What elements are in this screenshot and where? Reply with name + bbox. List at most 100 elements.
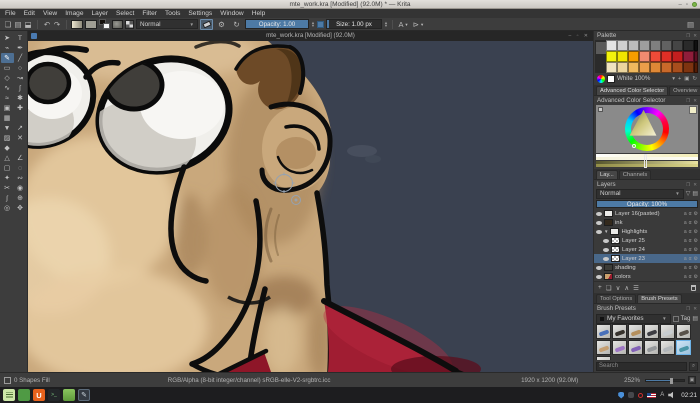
gradient-swatch[interactable]	[71, 19, 83, 29]
color-selector-body[interactable]	[596, 104, 698, 153]
duplicate-layer-button[interactable]: ❏	[606, 284, 612, 292]
polygonal-select-tool[interactable]: ✦	[1, 173, 14, 183]
volume-icon[interactable]	[668, 391, 673, 399]
palette-swatch-r1c2[interactable]	[628, 51, 639, 62]
magnetic-select-tool[interactable]: ⊕	[14, 193, 27, 203]
fg-bg-color-swatch[interactable]	[99, 19, 110, 29]
layer-visibility-icon[interactable]	[603, 238, 609, 243]
mirror-vertical-button[interactable]: ⊳ ▼	[412, 19, 425, 30]
crop-tool[interactable]: ▦	[1, 113, 14, 123]
preset-marker-violet[interactable]	[628, 340, 643, 356]
reference-images-tool[interactable]: ✕	[14, 133, 27, 143]
palette-swatch-r1c8[interactable]	[694, 51, 698, 62]
palette-swatch-r2c6[interactable]	[672, 62, 683, 73]
transform-tool[interactable]: ▣	[1, 103, 14, 113]
palette-swatch-r1c1[interactable]	[617, 51, 628, 62]
rectangle-tool[interactable]: ▭	[1, 63, 14, 73]
shade-selector-strips[interactable]	[596, 153, 698, 169]
edit-shapes-tool[interactable]: ⌁	[1, 43, 14, 53]
similar-color-select-tool[interactable]: ◉	[14, 183, 27, 193]
layer-row-layer-23[interactable]: Layer 23 a α ⚙	[594, 254, 700, 264]
alpha-lock-icon[interactable]: a	[684, 265, 687, 271]
freehand-brush-tool[interactable]: ✎	[0, 53, 14, 63]
palette-options-button[interactable]: ▾	[672, 76, 675, 82]
menu-item-edit[interactable]: Edit	[20, 9, 39, 18]
record-icon[interactable]	[638, 392, 644, 398]
open-document-icon[interactable]: ▤	[13, 19, 23, 30]
preset-ink-nib[interactable]	[644, 324, 659, 340]
pattern-swatch[interactable]	[85, 19, 97, 29]
layer-settings-icon[interactable]: ⚙	[694, 265, 698, 271]
preset-charcoal[interactable]	[612, 324, 627, 340]
layer-name[interactable]: Layer 16(pasted)	[615, 211, 660, 217]
opacity-spinner[interactable]: ▲ ▼	[311, 20, 315, 28]
reload-preset-button[interactable]: ↻	[230, 19, 243, 30]
menu-item-window[interactable]: Window	[216, 9, 247, 18]
palette-swatch-r0c4[interactable]	[650, 40, 661, 51]
preset-wet-soft[interactable]	[660, 340, 675, 356]
close-panel-icon[interactable]: ✕	[693, 180, 697, 189]
add-layer-button[interactable]: +	[598, 284, 602, 291]
color-selector-header[interactable]: Advanced Color Selector ❐ ✕	[594, 96, 700, 105]
inherit-alpha-icon[interactable]: α	[689, 211, 692, 217]
move-tool[interactable]: ✚	[14, 103, 27, 113]
layer-visibility-icon[interactable]	[603, 256, 609, 261]
layer-settings-icon[interactable]: ⚙	[694, 247, 698, 253]
layer-visibility-icon[interactable]	[596, 265, 602, 270]
shield-icon[interactable]	[618, 391, 625, 399]
search-input[interactable]: Search	[596, 361, 687, 371]
undo-icon[interactable]: ↶	[42, 19, 52, 30]
tab-overview[interactable]: Overview	[669, 85, 700, 95]
palette-swatch-r1c4[interactable]	[650, 51, 661, 62]
preset-ink-pen-blue[interactable]	[596, 324, 611, 340]
palette-swatch-r0c1[interactable]	[617, 40, 628, 51]
layer-properties-button[interactable]: ☰	[633, 284, 639, 292]
layer-row-layer-24[interactable]: Layer 24 a α ⚙	[594, 245, 700, 254]
palette-swatch-r0c2[interactable]	[628, 40, 639, 51]
menu-item-view[interactable]: View	[39, 9, 61, 18]
layers-panel-header[interactable]: Layers ❐ ✕	[594, 180, 700, 189]
media-app-icon[interactable]: U	[33, 389, 45, 401]
current-swatch[interactable]	[607, 74, 615, 83]
zoom-tool[interactable]: ◎	[1, 203, 14, 213]
palette-swatch-r2c3[interactable]	[639, 62, 650, 73]
selector-settings-icon[interactable]	[598, 106, 603, 112]
presets-view-icon[interactable]: ▤	[692, 315, 698, 322]
hue-ring[interactable]	[625, 106, 669, 151]
palette-swatch-r2c0[interactable]	[606, 62, 617, 73]
layer-name[interactable]: Layer 24	[622, 247, 645, 253]
layer-visibility-icon[interactable]	[596, 229, 602, 234]
fill-tool[interactable]: ◆	[1, 143, 14, 153]
palette-swatch-r2c4[interactable]	[650, 62, 661, 73]
palette-panel-header[interactable]: Palette ❐ ✕	[594, 31, 700, 40]
layer-settings-icon[interactable]: ⚙	[694, 229, 698, 235]
ellipse-tool[interactable]: ○	[14, 63, 27, 73]
layer-name[interactable]: ink	[615, 220, 623, 226]
preserve-alpha-button[interactable]: ⚙	[215, 19, 228, 30]
preset-smudge-tan[interactable]	[596, 340, 611, 356]
menu-item-file[interactable]: File	[1, 9, 20, 18]
layer-blend-combo[interactable]: Normal ▼	[596, 188, 684, 199]
green-app-icon[interactable]	[18, 389, 30, 401]
clock[interactable]: 02:21	[681, 392, 697, 399]
calligraphy-tool[interactable]: ✒	[14, 43, 27, 53]
alpha-lock-icon[interactable]: a	[684, 211, 687, 217]
menu-item-select[interactable]: Select	[112, 9, 138, 18]
close-panel-icon[interactable]: ✕	[693, 304, 697, 313]
palette-sync-button[interactable]: ↻	[692, 76, 697, 82]
inherit-alpha-icon[interactable]: α	[689, 220, 692, 226]
colorspace-label[interactable]: RGB/Alpha (8-bit integer/channel) sRGB-e…	[168, 377, 331, 384]
tab-channels[interactable]: Channels	[618, 169, 652, 179]
layer-settings-icon[interactable]: ⚙	[694, 256, 698, 262]
layer-row-shading[interactable]: shading a α ⚙	[594, 263, 700, 272]
layer-name[interactable]: Highlights	[621, 229, 647, 235]
pattern-tool[interactable]: ▨	[1, 133, 14, 143]
line-tool[interactable]: ╱	[14, 53, 27, 63]
tab-lay-[interactable]: Lay...	[596, 169, 618, 179]
float-panel-icon[interactable]: ❐	[686, 31, 690, 40]
window-titlebar[interactable]: mte_work.kra [Modified] (92.0M) * — Krit…	[0, 0, 700, 9]
alpha-lock-icon[interactable]: a	[684, 220, 687, 226]
settings-tray-icon[interactable]	[628, 392, 635, 398]
subwindow-titlebar[interactable]: mte_work.kra [Modified] (92.0M) – ▫ ✕	[28, 31, 593, 41]
size-slider[interactable]: Size: 1.00 px	[325, 19, 382, 29]
